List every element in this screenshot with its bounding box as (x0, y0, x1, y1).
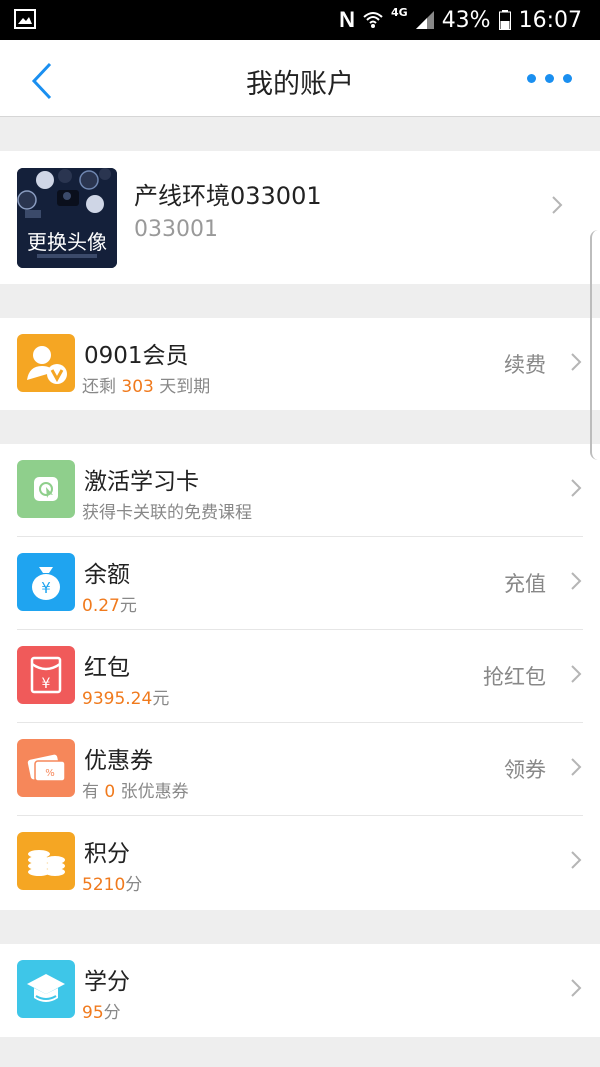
recharge-button[interactable]: 充值 (504, 568, 546, 598)
chevron-right-icon (571, 758, 582, 776)
user-id: 033001 (134, 217, 218, 242)
row-subtitle: 获得卡关联的免费课程 (82, 503, 252, 523)
chevron-right-icon (571, 851, 582, 869)
credit-value: 95分 (82, 1003, 121, 1023)
svg-text:¥: ¥ (42, 676, 51, 692)
battery-icon (498, 10, 511, 30)
chevron-right-icon (571, 479, 582, 497)
nfc-icon: N (339, 7, 355, 32)
row-title: 学分 (84, 969, 130, 995)
credit-card: 学分 95分 (0, 944, 600, 1037)
renew-button[interactable]: 续费 (504, 349, 546, 379)
red-packet-value: 9395.24元 (82, 689, 170, 709)
membership-row[interactable]: 0901会员 还剩 303 天到期 续费 (0, 318, 600, 411)
network-type: 4G (391, 5, 408, 19)
avatar[interactable]: 更换头像 (17, 168, 117, 268)
graduation-cap-icon (17, 960, 75, 1018)
activate-card-row[interactable]: 激活学习卡 获得卡关联的免费课程 (0, 444, 600, 537)
red-packet-row[interactable]: ¥ 红包 9395.24元 抢红包 (0, 630, 600, 723)
vip-member-icon (17, 334, 75, 392)
clock: 16:07 (518, 7, 582, 33)
grab-red-packet-button[interactable]: 抢红包 (483, 661, 546, 691)
coupon-icon: % (17, 739, 75, 797)
svg-text:¥: ¥ (41, 579, 51, 597)
membership-card: 0901会员 还剩 303 天到期 续费 (0, 318, 600, 410)
gallery-notification-icon (14, 9, 36, 29)
money-bag-icon: ¥ (17, 553, 75, 611)
credit-row[interactable]: 学分 95分 (0, 944, 600, 1037)
nav-header: 我的账户 (0, 40, 600, 117)
get-coupon-button[interactable]: 领券 (504, 754, 546, 784)
row-title: 优惠券 (84, 748, 153, 774)
wifi-icon (363, 12, 383, 28)
chevron-right-icon (571, 353, 582, 371)
chevron-right-icon (571, 979, 582, 997)
change-avatar-label: 更换头像 (27, 230, 107, 254)
points-value: 5210分 (82, 875, 143, 895)
chevron-right-icon (571, 572, 582, 590)
status-bar: N 4G 43% 16:07 (0, 0, 600, 40)
profile-card[interactable]: 更换头像 产线环境033001 033001 (0, 151, 600, 284)
membership-title: 0901会员 (84, 343, 189, 369)
row-title: 激活学习卡 (84, 469, 199, 495)
row-title: 余额 (84, 562, 130, 588)
balance-row[interactable]: ¥ 余额 0.27元 充值 (0, 537, 600, 630)
user-name: 产线环境033001 (134, 182, 322, 210)
row-title: 红包 (84, 655, 130, 681)
coupon-row[interactable]: % 优惠券 有 0 张优惠券 领券 (0, 723, 600, 816)
svg-text:%: % (45, 768, 55, 779)
balance-value: 0.27元 (82, 596, 137, 616)
points-row[interactable]: 积分 5210分 (0, 816, 600, 909)
account-items-card: 激活学习卡 获得卡关联的免费课程 ¥ 余额 0.27元 充值 ¥ 红包 9395… (0, 444, 600, 910)
more-options-icon[interactable] (527, 74, 572, 83)
coins-icon (17, 832, 75, 890)
battery-percent: 43% (441, 7, 491, 33)
days-remaining: 303 (121, 377, 154, 397)
membership-expiry: 还剩 303 天到期 (82, 377, 211, 397)
edge-panel-handle[interactable] (590, 230, 600, 460)
row-title: 积分 (84, 841, 130, 867)
coupon-count: 有 0 张优惠券 (82, 782, 189, 802)
activate-card-icon (17, 460, 75, 518)
chevron-right-icon (552, 196, 563, 214)
chevron-right-icon (571, 665, 582, 683)
signal-icon (415, 11, 434, 29)
red-packet-icon: ¥ (17, 646, 75, 704)
page-title: 我的账户 (246, 69, 354, 100)
